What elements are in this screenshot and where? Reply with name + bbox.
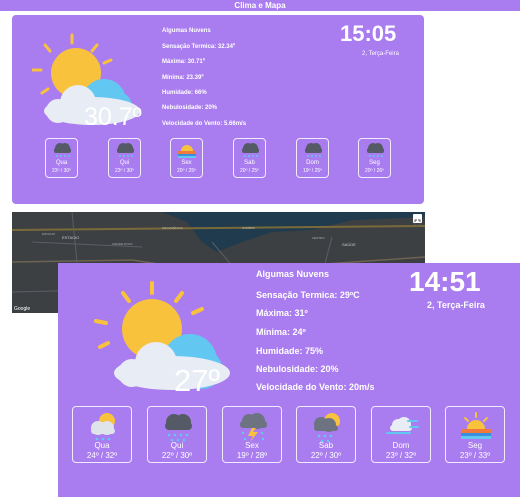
cloudiness: Nebulosidade: 20% bbox=[256, 364, 339, 374]
cloudiness: Nebulosidade: 20% bbox=[162, 105, 218, 111]
forecast-day: Qui bbox=[119, 160, 130, 166]
forecast-day: Dom bbox=[306, 160, 319, 166]
forecast-temps: 20º / 25º bbox=[177, 168, 196, 174]
min-temp: Mínima: 24º bbox=[256, 327, 306, 337]
rain-cloud-icon bbox=[305, 143, 322, 157]
feels-like: Sensação Termica: 29ºC bbox=[256, 290, 360, 300]
forecast-card[interactable]: Dom 23º / 32º bbox=[371, 406, 431, 463]
map-attribution: Google bbox=[14, 306, 31, 312]
current-temperature: 30.7º bbox=[84, 103, 142, 131]
page-title: Clima e Mapa bbox=[0, 0, 520, 11]
forecast-temps: 22º / 30º bbox=[161, 451, 193, 460]
forecast-card[interactable]: Sex 20º / 25º bbox=[170, 138, 203, 178]
sunset-icon bbox=[178, 145, 196, 158]
weather-description: Algumas Nuvens bbox=[162, 28, 211, 34]
max-temp: Máxima: 30.71º bbox=[162, 59, 205, 65]
weather-description: Algumas Nuvens bbox=[256, 269, 330, 279]
thunderstorm-icon bbox=[240, 413, 267, 442]
forecast-temps: 19º / 28º bbox=[236, 451, 268, 460]
forecast-card[interactable]: Qui 22º / 30º bbox=[147, 406, 207, 463]
current-temperature: 27º bbox=[174, 363, 220, 398]
min-temp: Mínima: 23.39º bbox=[162, 75, 204, 81]
forecast-card[interactable]: Seg 20º / 26º bbox=[358, 138, 391, 178]
map-label: GAMBOA bbox=[242, 226, 256, 230]
feels-like: Sensação Termica: 32.34º bbox=[162, 44, 236, 50]
forecast-temps: 23º / 30º bbox=[52, 168, 71, 174]
forecast-day: Seg bbox=[467, 441, 483, 450]
forecast-day: Sex bbox=[245, 441, 259, 450]
forecast-card[interactable]: Qui 23º / 30º bbox=[108, 138, 141, 178]
windy-cloud-icon bbox=[386, 417, 419, 434]
wind-speed: Velocidade do Vento: 20m/s bbox=[256, 382, 375, 392]
map-label: ESTACIO bbox=[62, 235, 80, 240]
fullscreen-icon[interactable] bbox=[413, 214, 422, 226]
map-label: ESTACIO bbox=[42, 232, 55, 236]
max-temp: Máxima: 31º bbox=[256, 308, 308, 318]
forecast-card[interactable]: Qua 24º / 32º bbox=[72, 406, 132, 463]
forecast-card[interactable]: Dom 19º / 25º bbox=[296, 138, 329, 178]
sun-cloud-rain-icon bbox=[91, 413, 115, 441]
clock: 15:05 bbox=[340, 21, 397, 46]
forecast-day: Qua bbox=[94, 441, 110, 450]
forecast-card[interactable]: Sex 19º / 28º bbox=[222, 406, 282, 463]
forecast-day: Qui bbox=[170, 441, 184, 450]
sun-cloud-rain-icon bbox=[314, 413, 340, 443]
date: 2, Terça-Feira bbox=[362, 51, 399, 57]
forecast-day: Seg bbox=[369, 160, 380, 166]
forecast-temps: 19º / 25º bbox=[303, 168, 322, 174]
clock: 14:51 bbox=[409, 266, 481, 297]
forecast-card[interactable]: Qua 23º / 30º bbox=[45, 138, 78, 178]
rain-cloud-icon bbox=[165, 414, 192, 442]
humidity: Humidade: 75% bbox=[256, 346, 324, 356]
forecast-temps: 23º / 30º bbox=[115, 168, 134, 174]
forecast-card[interactable]: Sab 22º / 30º bbox=[296, 406, 356, 463]
map-label: PROVIDÊNCIA bbox=[162, 226, 183, 230]
forecast-day: Sex bbox=[181, 160, 192, 166]
forecast-day: Sab bbox=[244, 160, 255, 166]
weather-card-small: 30.7º Algumas Nuvens Sensação Termica: 3… bbox=[12, 15, 424, 204]
rain-cloud-icon bbox=[367, 143, 384, 157]
forecast-card[interactable]: Seg 23º / 33º bbox=[445, 406, 505, 463]
forecast-card[interactable]: Sab 20º / 25º bbox=[233, 138, 266, 178]
forecast-temps: 23º / 33º bbox=[459, 451, 491, 460]
map-label: CENTRO bbox=[312, 236, 325, 240]
forecast-temps: 20º / 26º bbox=[365, 168, 384, 174]
sunset-icon bbox=[461, 412, 491, 439]
forecast-day: Sab bbox=[318, 441, 334, 450]
date: 2, Terça-Feira bbox=[427, 300, 485, 310]
forecast-day: Dom bbox=[392, 441, 410, 450]
weather-card-large: 27º Algumas Nuvens Sensação Termica: 29º… bbox=[58, 263, 520, 497]
forecast-temps: 22º / 30º bbox=[310, 451, 342, 460]
forecast-temps: 24º / 32º bbox=[86, 451, 118, 460]
rain-cloud-icon bbox=[117, 143, 134, 157]
forecast-day: Qua bbox=[55, 160, 68, 166]
map-label: SAÚDE bbox=[342, 242, 356, 247]
forecast-temps: 20º / 25º bbox=[240, 168, 259, 174]
humidity: Humidade: 66% bbox=[162, 90, 207, 96]
rain-cloud-icon bbox=[242, 143, 259, 157]
map-label: CIDADE NOVA bbox=[112, 242, 133, 246]
rain-cloud-icon bbox=[54, 143, 71, 157]
forecast-temps: 23º / 32º bbox=[385, 451, 417, 460]
wind-speed: Velocidade do Vento: 5.66m/s bbox=[162, 121, 247, 127]
